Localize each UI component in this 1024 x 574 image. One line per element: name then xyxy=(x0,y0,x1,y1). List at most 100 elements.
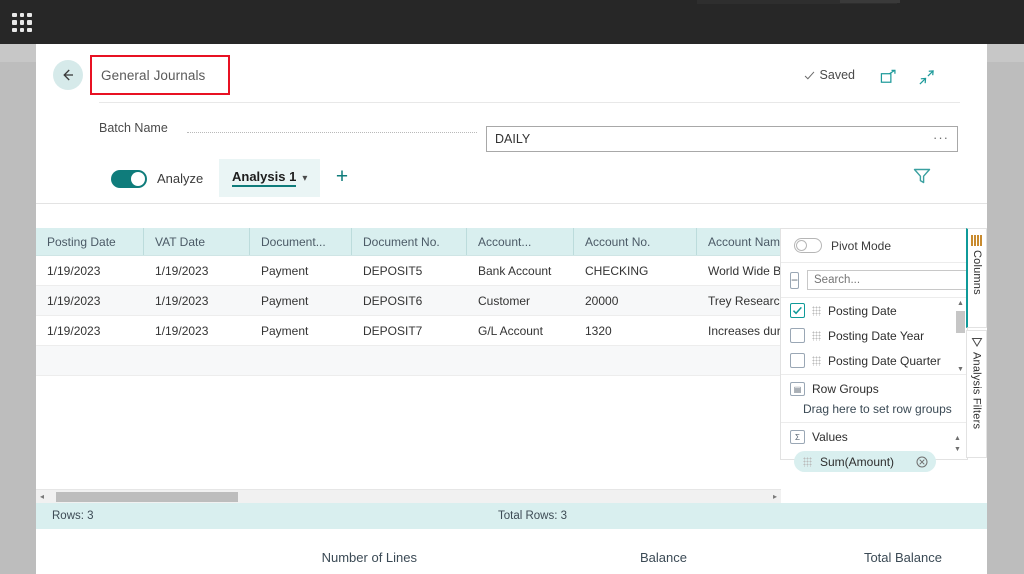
scroll-left-arrow-icon[interactable]: ◂ xyxy=(36,492,48,501)
grid-cell: 1/19/2023 xyxy=(155,293,209,308)
grid-cell: 20000 xyxy=(585,293,619,308)
screen-root: General Journals Saved Batch Name DAILY … xyxy=(0,0,1024,574)
row-groups-label: Row Groups xyxy=(812,382,879,396)
left-gutter-top xyxy=(0,44,36,62)
drag-handle-icon[interactable] xyxy=(812,305,821,316)
totals-section: Number of Lines Balance Total Balance 3 … xyxy=(36,529,987,574)
funnel-filter-icon xyxy=(913,168,931,184)
scroll-up-arrow-icon[interactable]: ▲ xyxy=(952,433,963,444)
funnel-filter-button[interactable] xyxy=(912,166,934,188)
page-header: General Journals Saved xyxy=(36,44,987,104)
column-list-item-label: Posting Date Quarter xyxy=(828,353,941,368)
column-list-scrollbar[interactable]: ▲ ▼ xyxy=(955,298,966,374)
grid-column-header[interactable]: Document No. xyxy=(352,228,467,255)
grid-column-header[interactable]: Account... xyxy=(467,228,574,255)
scroll-down-arrow-icon[interactable]: ▼ xyxy=(955,364,966,374)
batch-name-field[interactable]: DAILY ··· xyxy=(486,126,958,152)
drag-handle-icon[interactable] xyxy=(812,355,821,366)
grid-cell: Customer xyxy=(478,293,531,308)
row-groups-dropzone[interactable]: Drag here to set row groups xyxy=(781,400,967,422)
grid-cell: DEPOSIT6 xyxy=(363,293,423,308)
grid-cell: DEPOSIT7 xyxy=(363,323,423,338)
grid-cell: G/L Account xyxy=(478,323,543,338)
side-tab-analysis-filters[interactable]: Analysis Filters xyxy=(966,330,987,458)
column-list-item[interactable]: Posting Date Year xyxy=(781,323,967,348)
left-gutter xyxy=(0,44,36,574)
collapse-button[interactable] xyxy=(915,66,937,88)
tab-analysis-1-label: Analysis 1 xyxy=(232,169,297,187)
column-checkbox[interactable] xyxy=(790,328,805,343)
grid-status-bar: Rows: 3 Total Rows: 3 xyxy=(36,503,987,529)
value-chip[interactable]: Sum(Amount) xyxy=(794,451,936,472)
column-list: Posting Date Posting Date Year Posting D… xyxy=(781,298,967,375)
chevron-down-icon: ▾ xyxy=(302,172,308,184)
grid-horizontal-scrollbar[interactable]: ◂ ▸ xyxy=(36,489,781,503)
right-gutter-top xyxy=(987,44,1024,62)
search-row: − xyxy=(781,263,976,297)
grid-cell: 1/19/2023 xyxy=(47,263,101,278)
row-groups-section: ▤ Row Groups Drag here to set row groups xyxy=(781,378,967,423)
grid-cell: 1/19/2023 xyxy=(47,323,101,338)
row-groups-icon: ▤ xyxy=(790,382,805,396)
column-list-item[interactable]: Posting Date xyxy=(781,298,967,323)
analyze-toggle[interactable] xyxy=(111,170,147,188)
drag-handle-icon[interactable] xyxy=(803,456,812,467)
side-tab-columns-label: Columns xyxy=(971,250,983,295)
totals-header: Balance xyxy=(640,550,687,565)
header-divider xyxy=(99,102,960,103)
grid-column-header[interactable]: Posting Date xyxy=(36,228,144,255)
batch-name-lookup-button[interactable]: ··· xyxy=(933,130,949,145)
grid-column-header[interactable]: VAT Date xyxy=(144,228,250,255)
scroll-up-arrow-icon[interactable]: ▲ xyxy=(955,298,966,309)
batch-name-value: DAILY xyxy=(495,132,531,146)
open-in-new-window-button[interactable] xyxy=(877,66,899,88)
row-groups-header: ▤ Row Groups xyxy=(781,378,967,400)
side-tab-columns[interactable]: Columns xyxy=(966,228,987,328)
column-list-scroll-thumb[interactable] xyxy=(956,311,965,333)
value-chip-label: Sum(Amount) xyxy=(820,454,895,469)
sigma-icon: Σ xyxy=(790,430,805,444)
add-analysis-tab-button[interactable]: + xyxy=(331,166,353,189)
open-in-new-window-icon xyxy=(880,69,896,83)
values-header: Σ Values xyxy=(781,426,967,448)
page-title: General Journals xyxy=(101,67,206,83)
back-arrow-icon xyxy=(63,69,73,81)
values-section: Σ Values Sum(Amount) ▲ ▼ xyxy=(781,426,967,472)
scroll-right-arrow-icon[interactable]: ▸ xyxy=(769,492,781,501)
grid-cell: Bank Account xyxy=(478,263,552,278)
pivot-mode-row[interactable]: Pivot Mode xyxy=(781,229,967,262)
total-rows-count: Total Rows: 3 xyxy=(498,510,568,522)
search-input[interactable] xyxy=(807,270,976,290)
checkmark-icon xyxy=(792,306,802,315)
remove-circle-icon[interactable] xyxy=(916,456,928,468)
grid-cell: 1320 xyxy=(585,323,612,338)
grid-cell: 1/19/2023 xyxy=(155,263,209,278)
page-title-highlight: General Journals xyxy=(90,55,230,95)
drag-handle-icon[interactable] xyxy=(812,330,821,341)
collapse-arrows-icon xyxy=(918,69,934,85)
analyze-label: Analyze xyxy=(157,171,204,186)
hscroll-track[interactable] xyxy=(48,490,769,504)
analysis-tool-panel: Pivot Mode − Posting Date xyxy=(780,228,976,472)
grid-column-header[interactable]: Document... xyxy=(250,228,352,255)
back-button[interactable] xyxy=(53,60,83,90)
pivot-mode-toggle[interactable] xyxy=(794,238,822,253)
app-top-bar xyxy=(0,0,1024,44)
collapse-all-button[interactable]: − xyxy=(790,271,800,289)
top-bar-artifact-secondary xyxy=(840,0,900,3)
column-search-section: − xyxy=(781,263,976,298)
scroll-down-arrow-icon[interactable]: ▼ xyxy=(952,444,963,455)
tab-analysis-1[interactable]: Analysis 1 ▾ xyxy=(219,159,321,197)
grid-cell: 1/19/2023 xyxy=(47,293,101,308)
grid-cell: DEPOSIT5 xyxy=(363,263,423,278)
column-list-item-label: Posting Date xyxy=(828,303,897,318)
pivot-mode-section: Pivot Mode xyxy=(781,229,967,263)
app-launcher-grid-icon[interactable] xyxy=(12,13,32,32)
grid-column-header[interactable]: Account No. xyxy=(574,228,697,255)
grid-cell: Payment xyxy=(261,263,309,278)
column-checkbox[interactable] xyxy=(790,353,805,368)
values-scroll-spinner[interactable]: ▲ ▼ xyxy=(952,433,963,455)
column-list-item[interactable]: Posting Date Quarter xyxy=(781,348,967,373)
column-checkbox[interactable] xyxy=(790,303,805,318)
hscroll-thumb[interactable] xyxy=(56,491,238,502)
